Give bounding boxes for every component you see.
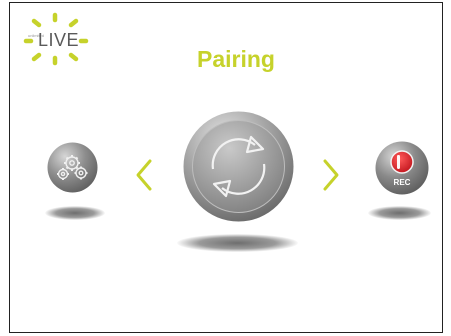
previous-button[interactable]	[134, 158, 154, 192]
sync-arrows-icon	[183, 111, 294, 222]
record-icon: REC	[375, 141, 429, 195]
reflection-right	[368, 206, 431, 220]
reflection-left	[45, 206, 105, 220]
record-label: REC	[394, 178, 411, 187]
page-title: Pairing	[197, 46, 275, 72]
menu-item-record[interactable]: REC	[375, 141, 429, 195]
device-screen: unlimited LIVE Pairing REC	[9, 2, 443, 333]
menu-item-settings[interactable]	[47, 142, 98, 193]
chevron-right-icon	[323, 159, 339, 191]
chevron-left-icon	[136, 159, 152, 191]
next-button[interactable]	[321, 158, 341, 192]
menu-item-pairing[interactable]	[183, 111, 294, 222]
reflection-main	[177, 234, 298, 252]
gears-icon	[47, 142, 98, 193]
